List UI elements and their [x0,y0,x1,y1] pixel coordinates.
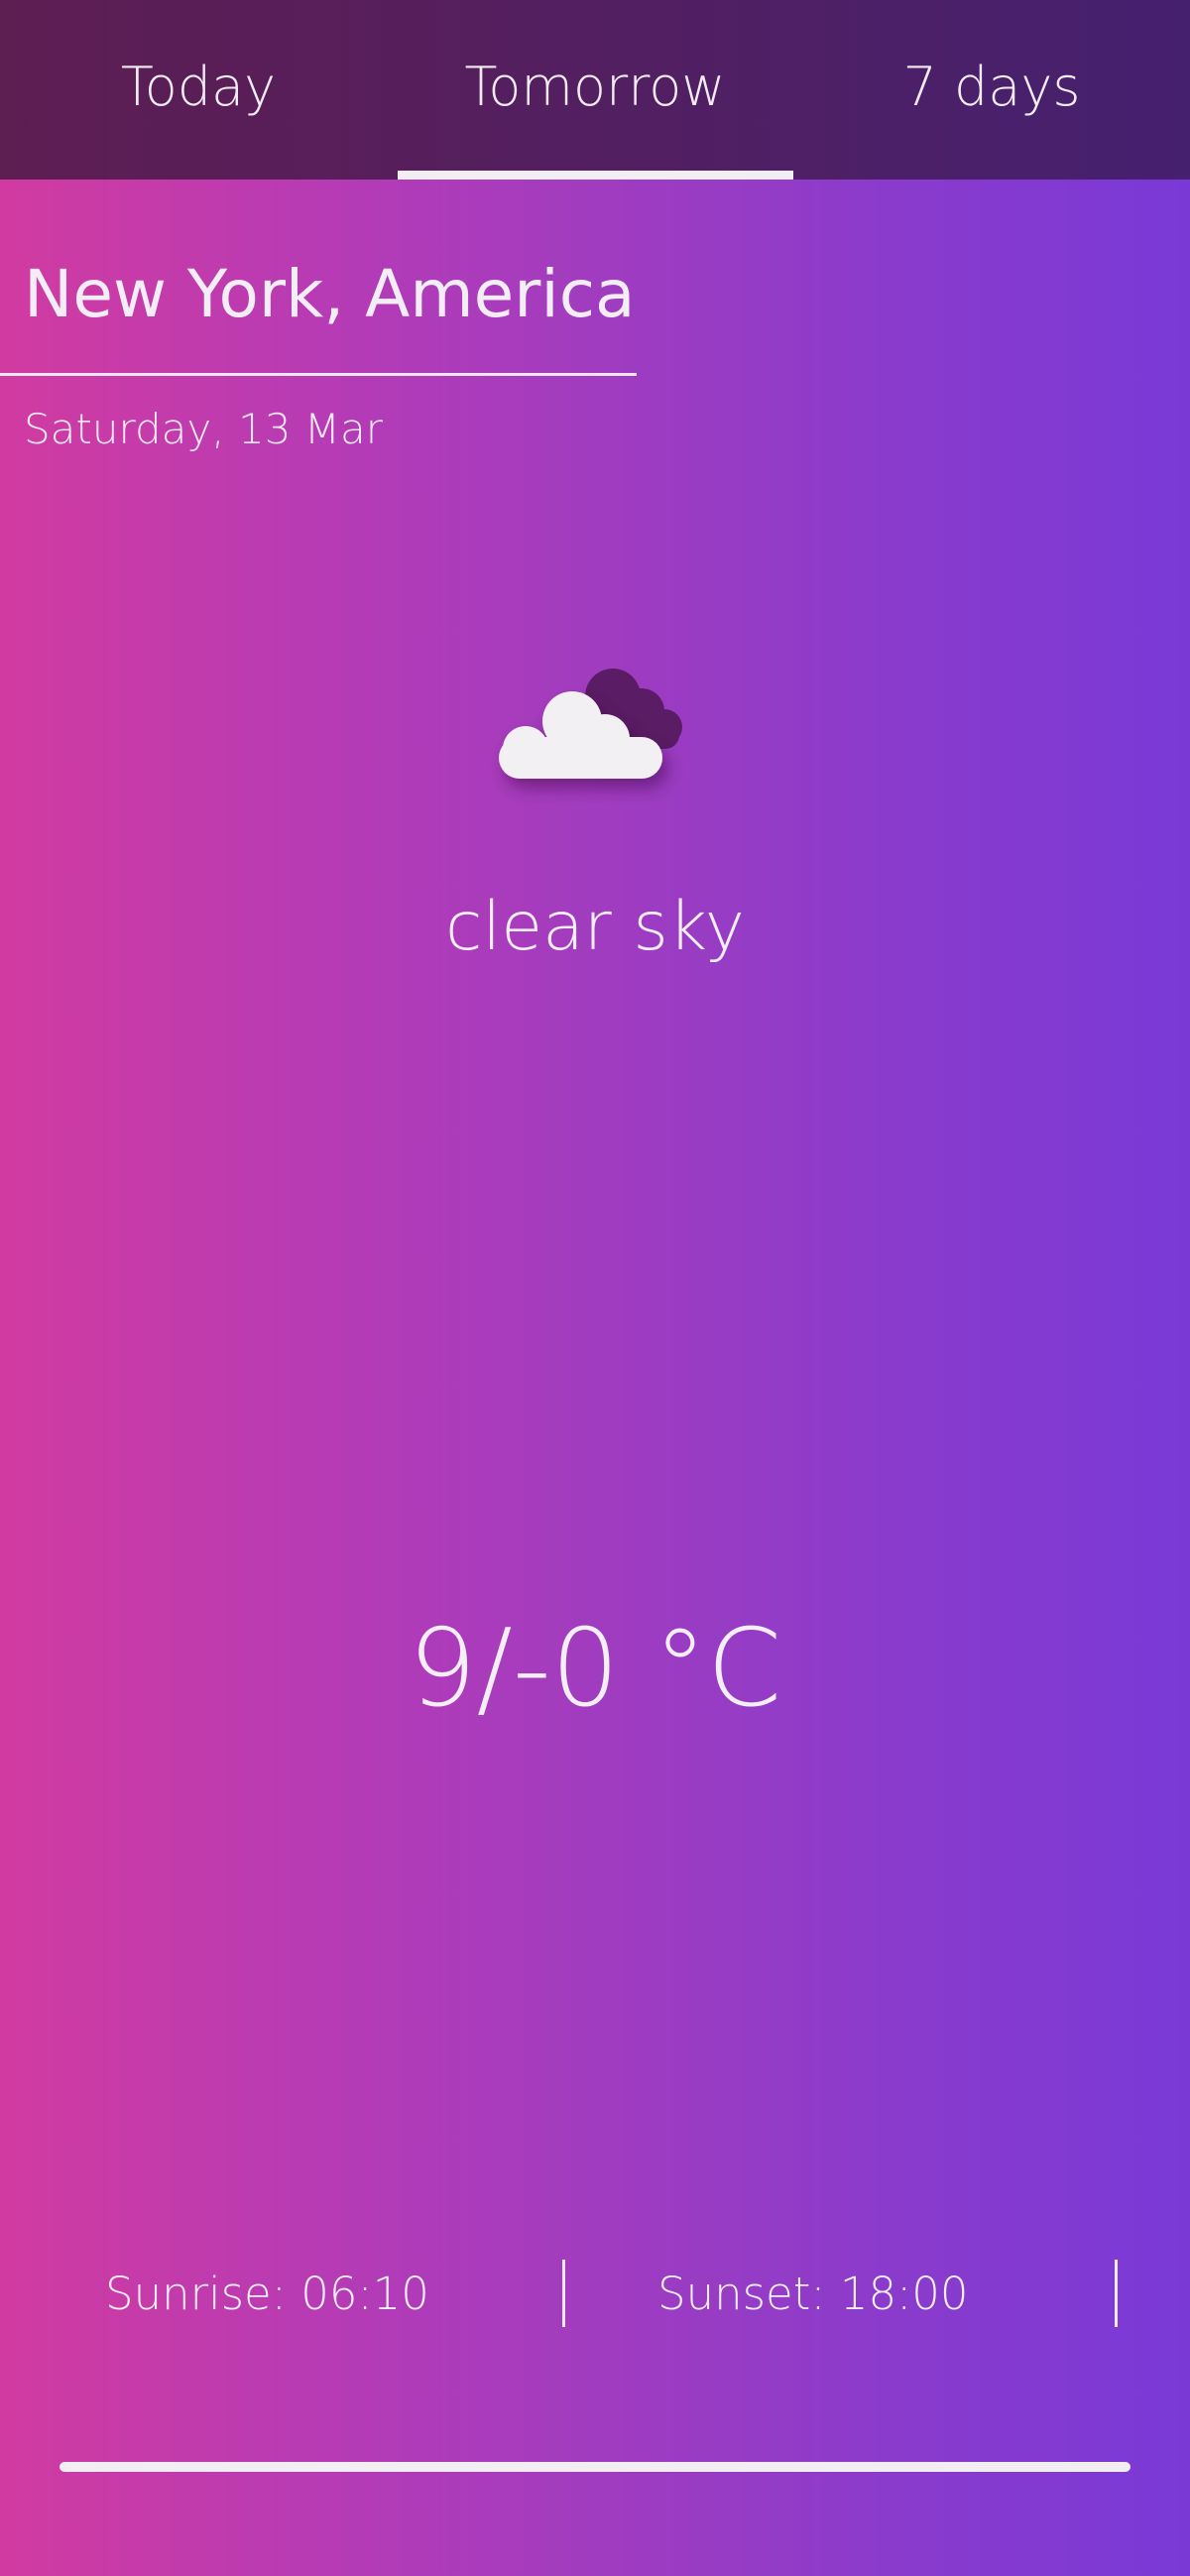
location-underline [0,373,637,376]
selected-tab-indicator [398,171,793,180]
tab-tomorrow[interactable]: Tomorrow [397,0,793,180]
sunrise-time: Sunrise: 06:10 [105,2267,429,2320]
location-title: New York, America [24,256,636,332]
temperature-range: 9/-0 °C [408,1607,782,1731]
sunset-time: Sunset: 18:00 [657,2267,969,2320]
cloud-icon [491,650,709,808]
weather-condition: clear sky [445,888,745,966]
tab-today[interactable]: Today [0,0,397,180]
tab-7-days[interactable]: 7 days [793,0,1190,180]
divider [562,2260,565,2327]
forecast-date: Saturday, 13 Mar [24,405,384,453]
home-indicator[interactable] [60,2462,1130,2472]
tab-bar: Today Tomorrow 7 days [0,0,1190,180]
sun-times-row: Sunrise: 06:10 Sunset: 18:00 [0,2260,1190,2327]
divider [1115,2260,1118,2327]
